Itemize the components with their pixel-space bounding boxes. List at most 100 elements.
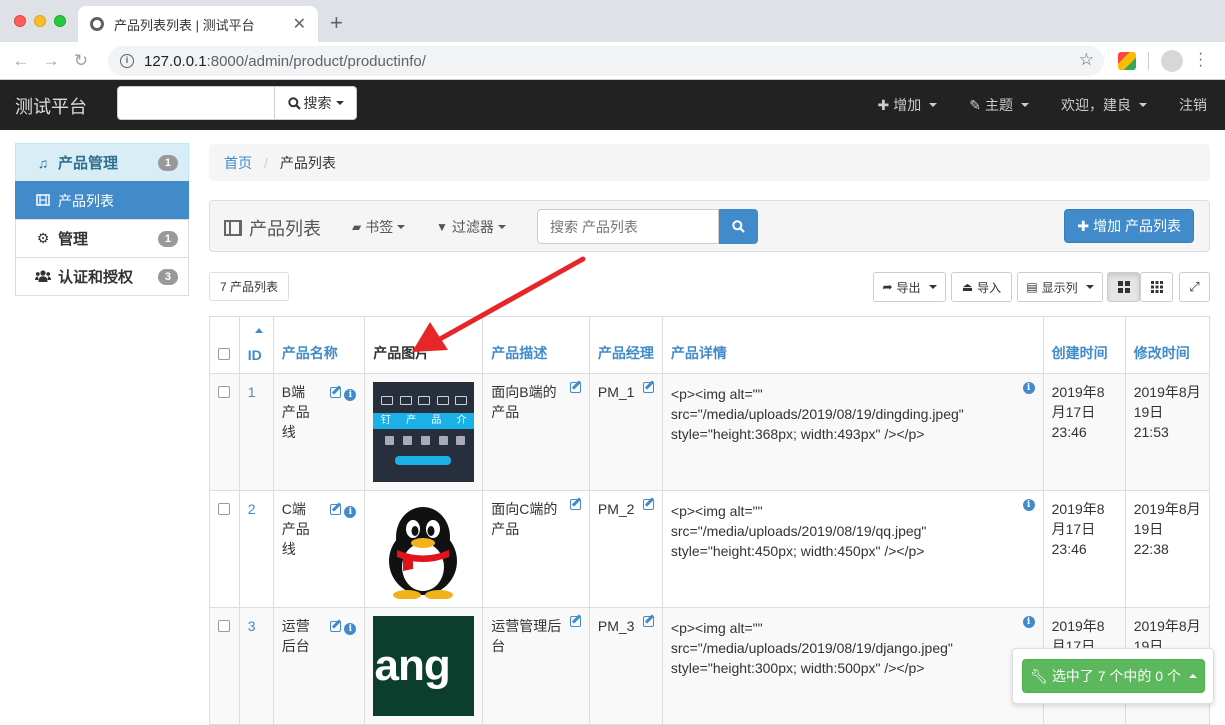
info-icon[interactable]: i xyxy=(1022,499,1035,511)
row-checkbox[interactable] xyxy=(218,503,230,515)
sidebar-item-auth[interactable]: 认证和授权 3 xyxy=(15,257,189,296)
info-icon[interactable]: i xyxy=(1022,616,1035,628)
row-id-link[interactable]: 1 xyxy=(248,384,256,400)
export-button[interactable]: ➦ 导出 xyxy=(873,272,946,302)
column-header-created[interactable]: 创建时间 xyxy=(1042,316,1126,374)
column-header-pm[interactable]: 产品经理 xyxy=(588,316,663,374)
count-badge: 1 xyxy=(157,154,178,171)
global-search-button[interactable]: 搜索 xyxy=(275,86,357,120)
extension-icon[interactable] xyxy=(1118,52,1136,70)
nav-user-menu[interactable]: 欢迎，建良 xyxy=(1045,95,1163,115)
row-checkbox[interactable] xyxy=(218,620,230,632)
sidebar-item-product-admin[interactable]: ♫ 产品管理 1 xyxy=(15,143,189,182)
back-icon[interactable]: ← xyxy=(6,51,36,71)
product-image-qq[interactable] xyxy=(373,499,475,600)
film-icon xyxy=(224,220,242,236)
filter-icon: ▼ xyxy=(436,220,448,234)
sidebar-item-label: 产品管理 xyxy=(58,155,119,172)
nav-add-label: 增加 xyxy=(893,97,922,113)
edit-icon[interactable] xyxy=(642,499,654,510)
new-tab-icon[interactable]: + xyxy=(330,10,343,36)
forward-icon[interactable]: → xyxy=(36,51,66,71)
row-id-link[interactable]: 3 xyxy=(248,618,256,634)
product-desc: 面向B端的产品 xyxy=(491,384,557,420)
table-row: 1 B端产品线 i 钉产品介 面向B端的产品 PM_1 <p><img alt="… xyxy=(209,373,1211,491)
product-image-django[interactable]: jang xyxy=(373,616,475,716)
product-name: 运营后台 xyxy=(281,618,310,654)
column-header-modified[interactable]: 修改时间 xyxy=(1124,316,1211,374)
tab-close-icon[interactable]: ✕ xyxy=(293,14,306,34)
fullscreen-button[interactable]: ⤢ xyxy=(1179,272,1210,302)
import-label: 导入 xyxy=(977,280,1002,295)
select-all-checkbox[interactable] xyxy=(218,348,230,360)
grid-small-icon xyxy=(1150,281,1163,293)
filters-dropdown[interactable]: ▼ 过滤器 xyxy=(436,217,506,237)
share-icon: ➦ xyxy=(882,280,893,294)
columns-button[interactable]: ▤ 显示列 xyxy=(1017,272,1103,302)
breadcrumb-divider: / xyxy=(264,154,268,171)
reload-icon[interactable]: ↻ xyxy=(66,51,96,71)
nav-theme-menu[interactable]: ✎ 主题 xyxy=(953,95,1045,115)
edit-icon[interactable] xyxy=(330,621,342,632)
address-bar[interactable]: i 127.0.0.1:8000/admin/product/productin… xyxy=(108,46,1104,76)
edit-icon[interactable] xyxy=(642,616,654,627)
edit-icon[interactable] xyxy=(569,499,581,510)
bookmarks-dropdown[interactable]: ▰ 书签 xyxy=(352,217,406,237)
row-id-link[interactable]: 2 xyxy=(248,501,256,517)
selected-actions-button[interactable]: 🔧︎ 选中了 7 个中的 0 个 xyxy=(1022,659,1205,693)
sidebar-item-label: 管理 xyxy=(58,231,89,248)
book-icon: ▰ xyxy=(352,220,362,234)
compact-view-button[interactable] xyxy=(1140,272,1173,302)
edit-icon[interactable] xyxy=(569,616,581,627)
nav-add-menu[interactable]: ✚ 增加 xyxy=(862,95,954,115)
info-icon[interactable]: i xyxy=(1022,382,1035,394)
global-search-input[interactable] xyxy=(117,86,275,120)
minimize-window-icon[interactable] xyxy=(34,15,46,27)
product-manager: PM_1 xyxy=(597,384,635,400)
column-header-detail[interactable]: 产品详情 xyxy=(661,316,1044,374)
info-icon[interactable]: i xyxy=(344,506,357,518)
grid-view-button[interactable] xyxy=(1107,272,1140,302)
sidebar-item-label: 产品列表 xyxy=(58,192,114,209)
selected-actions-label: 选中了 7 个中的 0 个 xyxy=(1051,668,1181,684)
columns-label: 显示列 xyxy=(1041,280,1078,295)
column-header-image: 产品图片 xyxy=(364,316,484,374)
brand-title[interactable]: 测试平台 xyxy=(15,93,87,119)
page-title-label: 产品列表 xyxy=(249,219,321,239)
sidebar: ♫ 产品管理 1 产品列表 ⚙ 管理 1 认证和授权 3 xyxy=(15,143,189,296)
browser-menu-icon[interactable]: · · · xyxy=(1198,46,1203,74)
list-search-button[interactable] xyxy=(719,209,758,244)
maximize-window-icon[interactable] xyxy=(54,15,66,27)
profile-avatar-icon[interactable] xyxy=(1161,50,1183,72)
edit-icon[interactable] xyxy=(569,382,581,393)
info-icon[interactable]: i xyxy=(344,389,357,401)
bookmark-star-icon[interactable]: ☆ xyxy=(1079,50,1094,70)
add-product-button[interactable]: ✚ 增加 产品列表 xyxy=(1064,209,1194,243)
product-desc: 运营管理后台 xyxy=(491,618,562,654)
nav-logout[interactable]: 注销 xyxy=(1163,95,1225,115)
edit-icon[interactable] xyxy=(642,382,654,393)
product-image-dingding[interactable]: 钉产品介 xyxy=(373,382,475,482)
plus-icon: ✚ xyxy=(1077,217,1090,234)
product-detail: <p><img alt="" src="/media/uploads/2019/… xyxy=(670,503,927,559)
sidebar-item-product-list[interactable]: 产品列表 xyxy=(15,181,189,220)
list-search-input[interactable] xyxy=(537,209,719,244)
close-window-icon[interactable] xyxy=(14,15,26,27)
column-header-id[interactable]: ID xyxy=(238,316,274,374)
info-icon[interactable]: i xyxy=(344,623,357,635)
breadcrumb-home-link[interactable]: 首页 xyxy=(224,153,252,173)
import-button[interactable]: ⏏ 导入 xyxy=(951,272,1012,302)
browser-tab[interactable]: 产品列表列表 | 测试平台 ✕ xyxy=(78,6,318,42)
site-info-icon[interactable]: i xyxy=(120,54,134,68)
column-header-name[interactable]: 产品名称 xyxy=(272,316,366,374)
edit-icon[interactable] xyxy=(330,387,342,398)
row-checkbox[interactable] xyxy=(218,386,230,398)
table-row: 2 C端产品线 i 面向C端的产品 PM_2 <p><img alt="" sr… xyxy=(209,490,1211,608)
expand-icon: ⤢ xyxy=(1189,279,1200,294)
navbar-right: ✚ 增加 ✎ 主题 欢迎，建良 注销 xyxy=(862,80,1225,130)
search-button-label: 搜索 xyxy=(303,95,332,111)
column-header-desc[interactable]: 产品描述 xyxy=(482,316,590,374)
sidebar-item-manage[interactable]: ⚙ 管理 1 xyxy=(15,219,189,258)
edit-icon[interactable] xyxy=(330,504,342,515)
search-icon xyxy=(732,220,745,233)
